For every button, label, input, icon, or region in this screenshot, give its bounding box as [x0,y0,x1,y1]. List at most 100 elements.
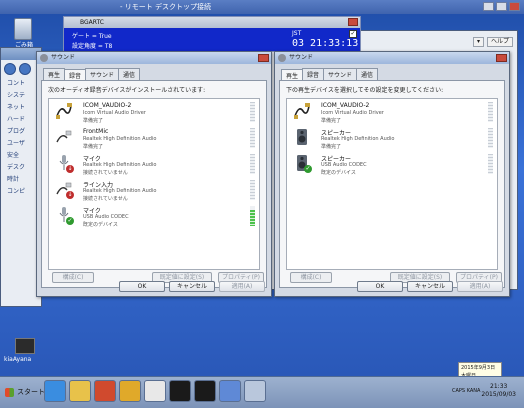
level-meter [488,128,493,148]
bgartc-close-button[interactable] [348,18,358,26]
window-icon[interactable] [219,380,241,402]
configure-button[interactable]: 構成(C) [52,272,94,283]
close-button[interactable] [509,2,520,11]
device-row[interactable]: ↓ マイク Realtek High Definition Audio 接続されていま… [49,151,259,177]
start-button[interactable]: スタート [3,383,49,401]
default-check-icon: ✓ [304,165,312,173]
tab-1[interactable]: 録音 [302,68,325,80]
tab-3[interactable]: 通信 [118,68,141,80]
instruction-text: 次のオーディオ録音デバイスがインストールされています: [48,87,206,94]
dialog-titlebar[interactable]: サウンド [37,52,271,64]
rt-icon[interactable] [144,380,166,402]
control-panel-item[interactable]: デスク [1,162,41,174]
ok-button[interactable]: OK [357,281,403,292]
control-panel-item[interactable]: システ [1,90,41,102]
shortcut-icon[interactable] [15,338,35,354]
dialog-title: サウンド [51,54,76,61]
control-panel-item[interactable]: 時計 [1,174,41,186]
remote-desktop: - リモート デスクトップ接続 ごみ箱 kiaAyana コント システ ネット ハー… [0,0,524,380]
shortcut-label: kiaAyana [4,356,32,363]
device-row[interactable]: ✓ スピーカー USB Audio CODEC 既定のデバイス [287,151,497,177]
level-meter [488,102,493,122]
timezone-label: JST [292,30,302,37]
sound-icon[interactable] [244,380,266,402]
icom-remote-icon[interactable] [194,380,216,402]
clock-time: 21:33 [490,383,508,390]
dialog-titlebar[interactable]: サウンド [275,52,509,64]
speaker-icon [293,128,311,146]
apply-button[interactable]: 適用(A) [457,281,503,292]
control-panel-item[interactable]: コント [1,78,41,90]
cancel-button[interactable]: キャンセル [169,281,215,292]
forward-icon[interactable] [19,63,31,75]
taskbar: スタート CAPS KANA 21:33 2015/09/03 [0,376,524,408]
level-meter [488,154,493,174]
tab-2[interactable]: サウンド [85,68,120,80]
device-row[interactable]: ↓ ライン入力 Realtek High Definition Audio 接続されて… [49,177,259,203]
speaker-icon [278,54,286,62]
angle-setting: 設定角度 = T8 [72,43,113,50]
tab-0[interactable]: 再生 [43,68,66,80]
control-panel-titlebar[interactable] [1,48,41,60]
ie-icon[interactable] [44,380,66,402]
control-panel-list: コント システ ネット ハード プログ ユーザ 安全 デスク 時計 コンピ [1,78,41,198]
sound-dialog-playback: サウンド 再生 録音 サウンド 通信 下の再生デバイスを選択してその設定を変更してくだ… [274,51,510,297]
clock[interactable]: 21:33 2015/09/03 [481,383,516,399]
device-row[interactable]: FrontMic Realtek High Definition Audio 準備完… [49,125,259,151]
device-status: 準備完了 [321,118,342,124]
bgartc-titlebar[interactable]: BGARTC [64,17,360,28]
device-status: 準備完了 [321,144,342,150]
device-status: 準備完了 [83,144,104,150]
bgartc-window: BGARTC ゲート = True 設定角度 = T8 JST ✓ 03 21:… [63,16,361,52]
maximize-button[interactable] [496,2,507,11]
tab-2[interactable]: サウンド [323,68,358,80]
dropdown-button[interactable]: ▾ [472,37,484,47]
icom-icon[interactable] [169,380,191,402]
dialog-close-button[interactable] [496,54,507,62]
configure-button[interactable]: 構成(C) [290,272,332,283]
ok-button[interactable]: OK [119,281,165,292]
recycle-bin-icon[interactable] [14,18,32,40]
minimize-button[interactable] [483,2,494,11]
control-panel-item[interactable]: ユーザ [1,138,41,150]
clock-display: 03 21:33:13 [292,38,359,49]
device-row[interactable]: ✓ マイク USB Audio CODEC 既定のデバイス [49,203,259,229]
mic-icon: ↓ [55,154,74,173]
level-meter [250,206,255,226]
device-name: ICOM_VAUDIO-2 [321,102,370,109]
device-status: 接続されていません [83,170,128,176]
control-panel-item[interactable]: コンピ [1,186,41,198]
device-driver: Realtek High Definition Audio [83,162,157,168]
speaker-icon [40,54,48,62]
dialog-close-button[interactable] [258,54,269,62]
device-row[interactable]: スピーカー Realtek High Definition Audio 準備完了 [287,125,497,151]
checkbox[interactable]: ✓ [349,30,357,38]
level-meter [250,128,255,148]
device-name: ICOM_VAUDIO-2 [83,102,132,109]
device-name: FrontMic [83,128,109,135]
device-row[interactable]: ICOM_VAUDIO-2 Icom Virtual Audio Driver 準備… [287,99,497,125]
apply-button[interactable]: 適用(A) [219,281,265,292]
cable-icon [293,102,311,120]
explorer-icon[interactable] [69,380,91,402]
control-panel-item[interactable]: 安全 [1,150,41,162]
device-status: 準備完了 [83,118,104,124]
device-driver: Realtek High Definition Audio [83,188,157,194]
cancel-button[interactable]: キャンセル [407,281,453,292]
chrome-icon[interactable] [119,380,141,402]
device-list[interactable]: ICOM_VAUDIO-2 Icom Virtual Audio Driver 準備… [286,98,498,270]
device-driver: Icom Virtual Audio Driver [321,110,384,116]
tab-3[interactable]: 通信 [356,68,379,80]
help-button[interactable]: ヘルプ [486,37,513,47]
control-panel-item[interactable]: ハード [1,114,41,126]
control-panel-item[interactable]: プログ [1,126,41,138]
tooltip-date: 2015年9月3日 [461,365,496,371]
device-row[interactable]: ICOM_VAUDIO-2 Icom Virtual Audio Driver 準備… [49,99,259,125]
control-panel-item[interactable]: ネット [1,102,41,114]
device-list[interactable]: ICOM_VAUDIO-2 Icom Virtual Audio Driver 準備… [48,98,260,270]
back-icon[interactable] [4,63,16,75]
device-driver: USB Audio CODEC [321,162,367,168]
device-status: 既定のデバイス [321,170,356,176]
media-player-icon[interactable] [94,380,116,402]
level-meter [250,102,255,122]
